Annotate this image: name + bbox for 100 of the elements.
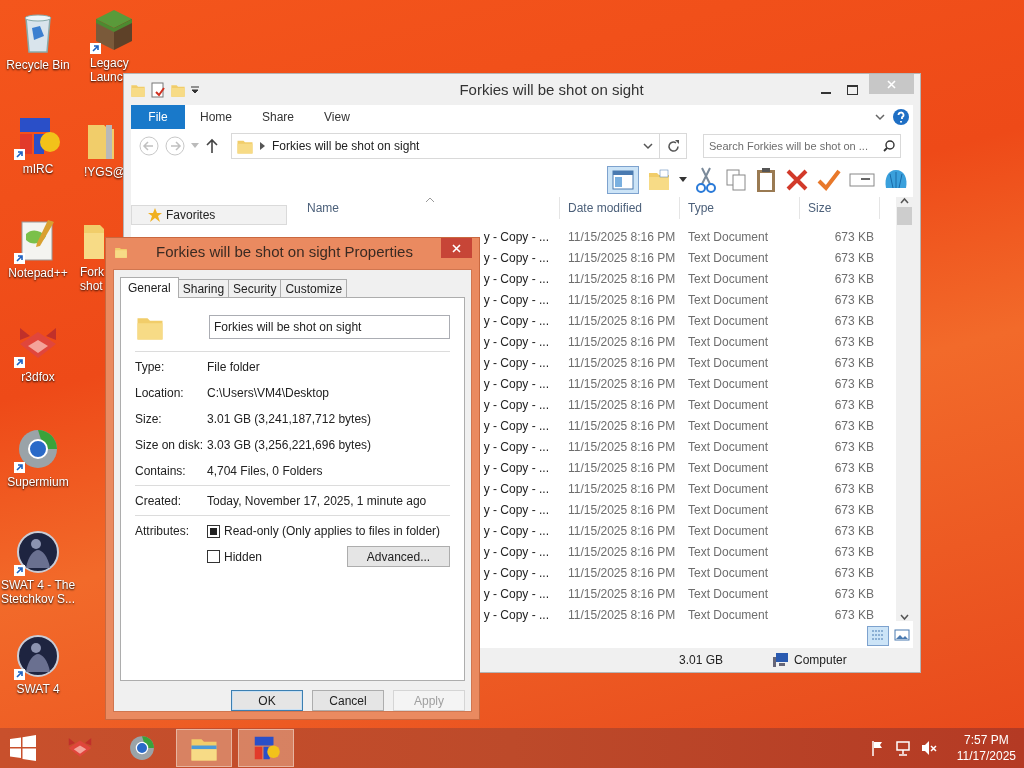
table-cell-text: 673 KB	[833, 271, 875, 286]
desktop-icon-label[interactable]: Notepad++	[2, 266, 74, 280]
property-label: Created:	[135, 494, 183, 508]
table-cell-text: Text Document	[687, 418, 770, 433]
dialog-title: Forkies will be shot on sight Properties	[155, 243, 414, 260]
checkbox[interactable]: Read-only (Only applies to files in folder)	[207, 524, 450, 538]
network-icon[interactable]	[894, 740, 911, 756]
chevron-down-icon[interactable]	[875, 113, 885, 121]
property-label: Location:	[135, 386, 185, 400]
round-emblem-icon[interactable]	[14, 528, 62, 576]
tab[interactable]: Sharing	[177, 279, 230, 297]
table-cell: y - Copy - ...	[483, 481, 549, 496]
desktop-icon-label[interactable]: r3dfox	[2, 370, 74, 384]
table-cell-text: 11/15/2025 8:16 PM	[567, 565, 677, 580]
property-label: Size on disk:	[135, 438, 205, 452]
property-value: 3.03 GB (3,256,221,696 bytes)	[207, 438, 373, 452]
table-cell-text: 673 KB	[833, 439, 875, 454]
table-cell-text: 11/15/2025 8:16 PM	[567, 439, 677, 454]
up-arrow-icon[interactable]	[205, 138, 219, 154]
rename-icon[interactable]	[849, 171, 875, 189]
table-cell-text: 11/15/2025 8:16 PM	[567, 313, 677, 328]
tab[interactable]: Customize	[280, 279, 348, 297]
table-cell-text: 673 KB	[833, 355, 875, 370]
table-cell: y - Copy - ...	[483, 565, 549, 580]
clock-time: 7:57 PM	[964, 732, 1009, 748]
table-cell-text: 673 KB	[833, 607, 875, 622]
table-cell-text: 673 KB	[833, 313, 875, 328]
table-cell: y - Copy - ...	[483, 586, 549, 601]
table-cell-text: Text Document	[687, 292, 770, 307]
clock[interactable]: 7:57 PM 11/17/2025	[956, 732, 1016, 764]
clipboard-icon[interactable]	[755, 167, 777, 193]
properties-icon[interactable]	[150, 81, 166, 98]
star-icon	[148, 208, 162, 222]
name-field[interactable]: Forkies will be shot on sight	[209, 315, 450, 339]
flag-icon[interactable]	[870, 740, 885, 756]
status-text: 3.01 GB	[679, 653, 724, 667]
table-cell-text: Text Document	[687, 502, 770, 517]
scroll-up-icon[interactable]	[900, 197, 909, 205]
column-header[interactable]: Size	[800, 197, 880, 219]
tab[interactable]: Security	[228, 279, 282, 297]
table-cell-text: 673 KB	[833, 334, 875, 349]
chevron-down-icon[interactable]	[643, 142, 653, 150]
checkbox-icon[interactable]	[207, 550, 220, 563]
globe-icon	[127, 733, 157, 763]
table-cell-text: 11/15/2025 8:16 PM	[567, 376, 677, 391]
dropdown-caret-icon[interactable]	[190, 84, 200, 95]
checkbox[interactable]: Hidden	[207, 549, 263, 564]
property-label: Type:	[135, 360, 166, 374]
table-cell-text: 11/15/2025 8:16 PM	[567, 229, 677, 244]
table-cell: y - Copy - ...	[483, 271, 549, 286]
round-emblem-icon[interactable]	[14, 632, 62, 680]
checkmark-icon[interactable]	[817, 168, 841, 192]
computer-icon	[773, 653, 790, 667]
close-button[interactable]	[441, 238, 472, 258]
refresh-icon[interactable]	[666, 139, 680, 153]
dropdown-caret-icon[interactable]	[679, 177, 687, 183]
desktop-icon-label[interactable]: mIRC	[2, 162, 74, 176]
layout-pane-icon	[612, 170, 634, 190]
table-cell-text: 11/15/2025 8:16 PM	[567, 334, 677, 349]
speaker-muted-icon[interactable]	[920, 740, 937, 756]
table-cell-text: 673 KB	[833, 481, 875, 496]
table-cell-text: Text Document	[687, 481, 770, 496]
delete-icon[interactable]	[785, 168, 809, 192]
desktop-icon-label[interactable]: Fork shot	[80, 265, 105, 293]
breadcrumb-arrow-icon[interactable]	[260, 142, 266, 150]
maximize-icon[interactable]	[846, 84, 858, 95]
file-tab[interactable]: File	[131, 105, 185, 129]
scrollbar[interactable]	[896, 197, 913, 621]
table-cell-text: Text Document	[687, 544, 770, 559]
tab[interactable]: General	[120, 277, 179, 298]
scissors-icon[interactable]	[695, 167, 717, 193]
column-header[interactable]: Date modified	[560, 197, 680, 219]
scrollbar-thumb[interactable]	[897, 207, 912, 225]
ribbon-tab[interactable]: Home	[185, 105, 247, 129]
desktop-icon-label[interactable]: !YGS@	[84, 165, 122, 179]
advanced-button[interactable]: Advanced...	[347, 546, 450, 567]
nav-item[interactable]: Favorites	[131, 205, 287, 225]
checkbox-icon[interactable]	[207, 524, 220, 538]
column-header[interactable]: Name	[287, 197, 560, 219]
scroll-down-icon[interactable]	[900, 613, 909, 621]
dialog-button[interactable]: OK	[231, 690, 303, 711]
ribbon-tab[interactable]: View	[309, 105, 365, 129]
search-icon	[883, 140, 895, 152]
table-cell: y - Copy - ...	[483, 292, 549, 307]
ribbon-tab[interactable]: Share	[247, 105, 310, 129]
table-cell: y - Copy - ...	[483, 313, 549, 328]
thumbnail-view-icon[interactable]	[893, 626, 911, 644]
address-field[interactable]: Forkies will be shot on sight	[231, 133, 687, 159]
property-label: Contains:	[135, 464, 187, 478]
preview-pane-button[interactable]	[607, 166, 639, 194]
help-icon[interactable]	[893, 109, 909, 125]
search-field[interactable]: Search Forkies will be shot on ...	[703, 134, 901, 158]
dialog-button[interactable]: Cancel	[312, 690, 384, 711]
table-cell-text: 673 KB	[833, 544, 875, 559]
taskbar-button[interactable]	[238, 729, 294, 767]
table-cell-text: Text Document	[687, 334, 770, 349]
column-header[interactable]: Type	[680, 197, 800, 219]
table-cell-text: Text Document	[687, 313, 770, 328]
property-value: 4,704 Files, 0 Folders	[207, 464, 324, 478]
table-cell-text: Text Document	[687, 460, 770, 475]
